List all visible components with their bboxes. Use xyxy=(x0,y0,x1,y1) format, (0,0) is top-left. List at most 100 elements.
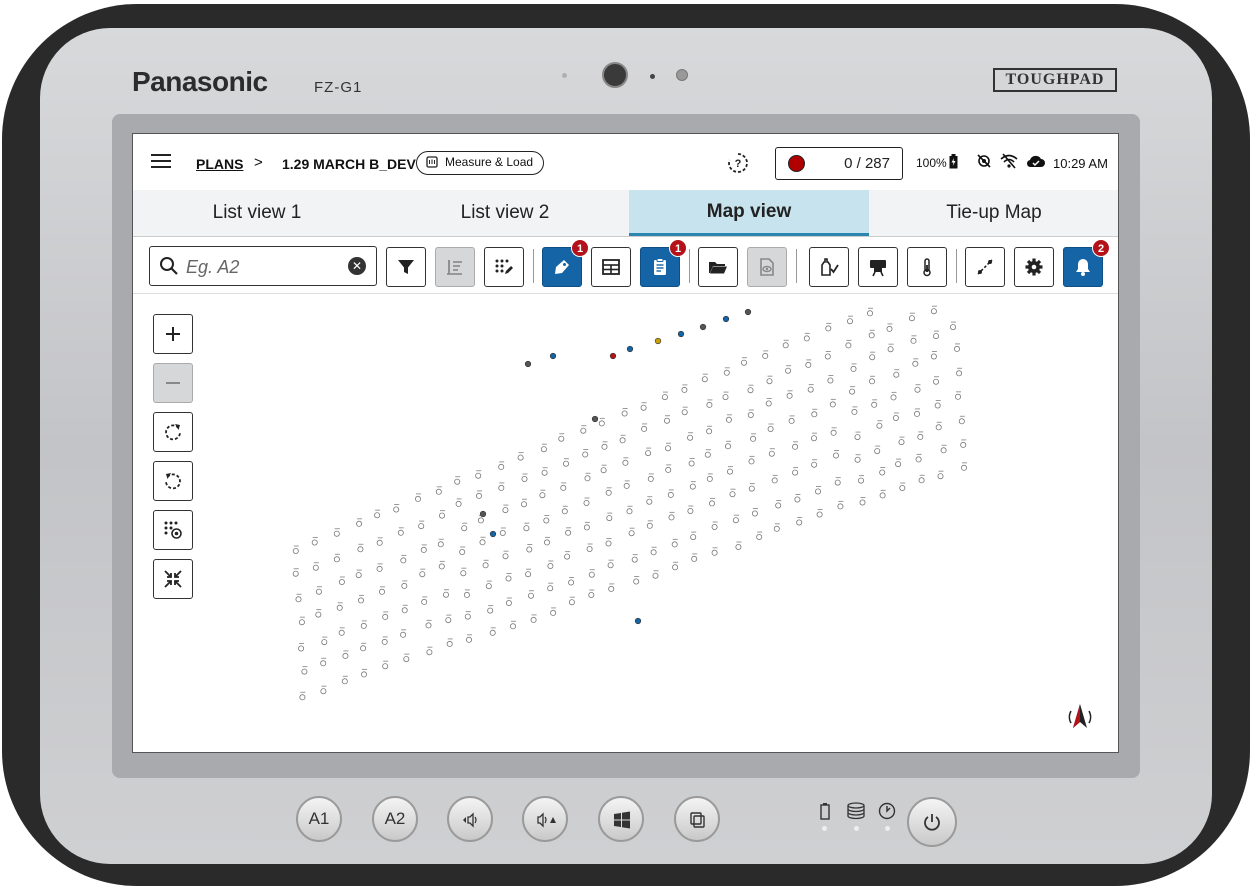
pile-point[interactable] xyxy=(788,415,795,424)
pile-point[interactable] xyxy=(725,440,732,450)
pile-point[interactable] xyxy=(292,568,299,577)
pile-point[interactable] xyxy=(543,536,550,546)
pile-point[interactable] xyxy=(912,358,919,367)
pile-point[interactable] xyxy=(706,399,713,408)
tag-button[interactable]: 1 xyxy=(542,239,589,287)
pile-point[interactable] xyxy=(622,457,629,466)
pile-point[interactable] xyxy=(475,490,482,499)
pile-point[interactable] xyxy=(765,398,772,407)
pile-point[interactable] xyxy=(914,408,921,417)
pile-point-highlighted[interactable] xyxy=(524,360,532,368)
open-folder-button[interactable] xyxy=(698,247,738,287)
pile-point-highlighted[interactable] xyxy=(626,345,634,353)
pile-point[interactable] xyxy=(792,441,799,450)
pile-point[interactable] xyxy=(541,467,548,476)
pile-point[interactable] xyxy=(301,666,308,675)
tab-map-view[interactable]: Map view xyxy=(629,190,869,236)
pile-point[interactable] xyxy=(850,363,857,372)
pile-point[interactable] xyxy=(723,367,730,376)
pile-point[interactable] xyxy=(521,473,528,482)
pile-point[interactable] xyxy=(357,594,364,604)
pile-point[interactable] xyxy=(908,312,915,322)
pile-point[interactable] xyxy=(750,433,757,442)
pile-point[interactable] xyxy=(376,563,383,572)
hardware-button-a2[interactable]: A2 xyxy=(372,796,418,842)
pile-point[interactable] xyxy=(502,550,509,560)
temperature-button[interactable] xyxy=(907,247,947,287)
pile-point[interactable] xyxy=(376,537,383,546)
sort-button[interactable] xyxy=(435,247,475,287)
pile-point[interactable] xyxy=(874,445,881,455)
pile-point[interactable] xyxy=(887,343,894,353)
pile-point[interactable] xyxy=(438,560,445,570)
pile-point[interactable] xyxy=(580,425,587,434)
pile-point[interactable] xyxy=(561,505,568,515)
pile-point[interactable] xyxy=(445,614,452,624)
pile-point[interactable] xyxy=(464,611,471,620)
pile-point[interactable] xyxy=(729,488,736,498)
pile-point[interactable] xyxy=(403,653,410,663)
help-sync-icon[interactable]: ? xyxy=(727,152,749,174)
pile-point[interactable] xyxy=(725,414,732,423)
equipment-button[interactable] xyxy=(858,247,898,287)
pile-point[interactable] xyxy=(691,553,698,562)
pile-point[interactable] xyxy=(950,321,957,331)
pile-point[interactable] xyxy=(562,458,569,467)
pile-point[interactable] xyxy=(600,464,607,474)
pile-point[interactable] xyxy=(608,583,615,592)
pile-point[interactable] xyxy=(773,523,780,532)
pile-point[interactable] xyxy=(498,482,505,491)
table-button[interactable] xyxy=(591,247,631,287)
pile-point[interactable] xyxy=(312,562,319,571)
pile-point[interactable] xyxy=(845,339,852,349)
menu-icon[interactable] xyxy=(151,154,171,170)
pile-point[interactable] xyxy=(671,538,678,548)
pile-point[interactable] xyxy=(727,466,734,475)
pile-point[interactable] xyxy=(807,384,814,393)
pile-point[interactable] xyxy=(803,332,810,342)
pile-point[interactable] xyxy=(786,390,793,399)
pile-point[interactable] xyxy=(898,436,905,446)
pile-point[interactable] xyxy=(583,497,590,506)
view-document-button[interactable] xyxy=(747,247,787,287)
pile-point[interactable] xyxy=(869,351,876,361)
pile-point[interactable] xyxy=(741,357,748,366)
pile-point[interactable] xyxy=(586,543,593,552)
pile-point[interactable] xyxy=(598,417,605,427)
compass-icon[interactable] xyxy=(1065,702,1095,732)
pile-point[interactable] xyxy=(355,569,362,579)
pile-point[interactable] xyxy=(298,616,305,626)
pile-point[interactable] xyxy=(565,527,572,536)
pile-point[interactable] xyxy=(895,458,902,468)
pile-point[interactable] xyxy=(502,504,509,514)
pile-point[interactable] xyxy=(459,546,466,555)
pile-point[interactable] xyxy=(830,427,837,436)
pile-point-highlighted[interactable] xyxy=(479,510,487,518)
pile-point[interactable] xyxy=(899,482,906,491)
pile-point[interactable] xyxy=(869,375,876,385)
pile-point[interactable] xyxy=(333,528,340,537)
edit-points-button[interactable] xyxy=(484,247,524,287)
pile-point[interactable] xyxy=(794,494,801,503)
pile-point[interactable] xyxy=(588,589,595,598)
pile-point[interactable] xyxy=(360,642,367,652)
pile-point-highlighted[interactable] xyxy=(609,352,617,360)
pile-point[interactable] xyxy=(782,339,789,349)
pile-point[interactable] xyxy=(438,510,445,519)
fit-to-screen-button[interactable] xyxy=(153,559,193,599)
pile-point[interactable] xyxy=(400,554,407,564)
pile-point[interactable] xyxy=(664,415,671,424)
pile-point[interactable] xyxy=(530,614,537,623)
pile-point[interactable] xyxy=(499,527,506,536)
pile-point[interactable] xyxy=(722,391,729,401)
pile-point[interactable] xyxy=(475,470,482,479)
pile-point[interactable] xyxy=(747,409,754,419)
pile-point[interactable] xyxy=(687,505,694,514)
pile-point[interactable] xyxy=(333,553,340,563)
pile-point[interactable] xyxy=(414,493,421,502)
pile-point[interactable] xyxy=(547,560,554,569)
pile-point[interactable] xyxy=(879,467,886,476)
pile-point[interactable] xyxy=(859,497,866,506)
pile-point[interactable] xyxy=(435,486,442,495)
pile-point[interactable] xyxy=(455,498,462,507)
